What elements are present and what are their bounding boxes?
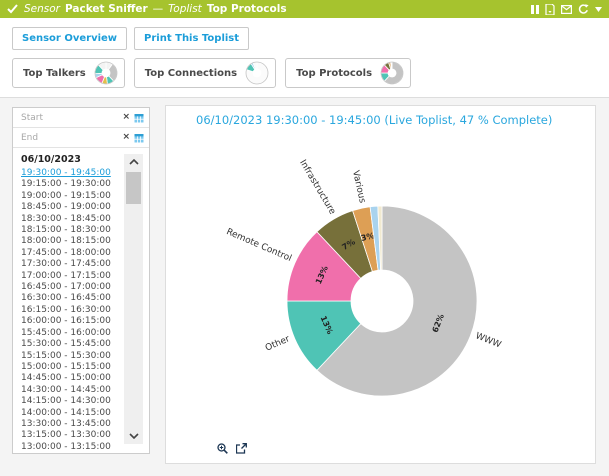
time-range-item[interactable]: 13:15:00 - 13:30:00 [21, 430, 121, 441]
breadcrumb-toplist-name[interactable]: Top Protocols [207, 3, 287, 15]
start-input-row: × [13, 108, 149, 128]
scrollbar[interactable] [124, 154, 143, 444]
time-range-item[interactable]: 19:00:00 - 19:15:00 [21, 191, 121, 202]
time-range-item[interactable]: 14:00:00 - 14:15:00 [21, 408, 121, 419]
header-bar: Sensor Packet Sniffer — Toplist Top Prot… [0, 0, 609, 18]
chart-label: Various [350, 170, 367, 205]
print-toplist-button[interactable]: Print This Toplist [134, 27, 249, 50]
timerange-filter-panel: × × 06/10/2023 19:30:00 - 19:45:0019:15:… [12, 107, 150, 454]
timerange-list: 06/10/2023 19:30:00 - 19:45:0019:15:00 -… [13, 152, 149, 446]
breadcrumb: Sensor Packet Sniffer — Toplist Top Prot… [24, 3, 287, 15]
chart-label: Infrastructure [297, 158, 337, 216]
toplist-tabs: Top Talkers Top Connections Top Protocol… [12, 58, 411, 88]
pie-thumbnail-icon [94, 61, 118, 85]
time-range-item[interactable]: 17:30:00 - 17:45:00 [21, 259, 121, 270]
time-range-item[interactable]: 17:45:00 - 18:00:00 [21, 248, 121, 259]
clear-start-icon[interactable]: × [122, 113, 130, 122]
time-range-item[interactable]: 19:30:00 - 19:45:00 [21, 168, 121, 179]
calendar-icon[interactable] [134, 113, 144, 123]
time-range-item[interactable]: 13:30:00 - 13:45:00 [21, 419, 121, 430]
chevron-up-icon [129, 159, 139, 165]
check-icon [7, 4, 18, 14]
email-icon[interactable] [561, 5, 572, 14]
scrollbar-thumb[interactable] [126, 172, 141, 204]
report-icon[interactable] [545, 4, 555, 15]
time-range-item[interactable]: 13:00:00 - 13:15:00 [21, 442, 121, 453]
time-range-item[interactable]: 15:45:00 - 16:00:00 [21, 328, 121, 339]
sensor-overview-button[interactable]: Sensor Overview [12, 27, 127, 50]
pie-thumbnail-icon [245, 61, 269, 85]
zoom-icon[interactable] [217, 443, 228, 454]
time-range-item[interactable]: 18:45:00 - 19:00:00 [21, 202, 121, 213]
caret-down-icon[interactable] [595, 7, 602, 12]
chart-footer [217, 443, 247, 454]
time-range-item[interactable]: 14:15:00 - 14:30:00 [21, 396, 121, 407]
time-range-item[interactable]: 16:45:00 - 17:00:00 [21, 282, 121, 293]
tab-top-connections[interactable]: Top Connections [134, 58, 276, 88]
time-range-item[interactable]: 18:00:00 - 18:15:00 [21, 236, 121, 247]
time-range-item[interactable]: 15:00:00 - 15:15:00 [21, 362, 121, 373]
clear-end-icon[interactable]: × [122, 133, 130, 142]
chart-label: WWW [474, 331, 503, 350]
time-range-item[interactable]: 16:15:00 - 16:30:00 [21, 305, 121, 316]
time-range-item[interactable]: 17:00:00 - 17:15:00 [21, 271, 121, 282]
pause-icon[interactable] [531, 5, 539, 14]
end-input-row: × [13, 128, 149, 148]
scroll-down-button[interactable] [124, 429, 143, 443]
breadcrumb-sensor-name[interactable]: Packet Sniffer [65, 3, 148, 15]
time-range-item[interactable]: 16:00:00 - 16:15:00 [21, 316, 121, 327]
time-range-item[interactable]: 14:30:00 - 14:45:00 [21, 385, 121, 396]
time-range-item[interactable]: 18:30:00 - 18:45:00 [21, 214, 121, 225]
time-range-item[interactable]: 18:15:00 - 18:30:00 [21, 225, 121, 236]
breadcrumb-sensor-label: Sensor [24, 3, 60, 15]
calendar-icon[interactable] [134, 133, 144, 143]
chart-label: Other [264, 334, 292, 353]
refresh-icon[interactable] [578, 4, 589, 15]
breadcrumb-separator: — [153, 3, 164, 15]
chart-label: Remote Control [225, 227, 293, 264]
time-range-item[interactable]: 14:45:00 - 15:00:00 [21, 373, 121, 384]
open-external-icon[interactable] [236, 443, 247, 454]
timerange-items: 06/10/2023 19:30:00 - 19:45:0019:15:00 -… [21, 152, 121, 453]
end-date-input[interactable] [21, 133, 118, 143]
start-date-input[interactable] [21, 113, 118, 123]
time-range-item[interactable]: 15:15:00 - 15:30:00 [21, 351, 121, 362]
pie-thumbnail-icon [380, 61, 404, 85]
tab-label: Top Protocols [296, 68, 372, 79]
protocols-donut-chart: WWW62%Other13%Remote Control13%Infrastru… [166, 106, 595, 463]
chevron-down-icon [129, 433, 139, 439]
breadcrumb-toplist-label: Toplist [168, 3, 202, 15]
scroll-up-button[interactable] [124, 155, 143, 169]
tab-top-talkers[interactable]: Top Talkers [12, 58, 125, 88]
time-range-item[interactable]: 15:30:00 - 15:45:00 [21, 339, 121, 350]
time-range-item[interactable]: 16:30:00 - 16:45:00 [21, 293, 121, 304]
toolbar: Sensor Overview Print This Toplist [12, 27, 249, 50]
time-range-item[interactable]: 19:15:00 - 19:30:00 [21, 179, 121, 190]
tab-top-protocols[interactable]: Top Protocols [285, 58, 411, 88]
date-header: 06/10/2023 [21, 154, 121, 165]
tab-label: Top Connections [145, 68, 237, 79]
toplist-chart-panel: 06/10/2023 19:30:00 - 19:45:00 (Live Top… [165, 105, 596, 464]
tab-label: Top Talkers [23, 68, 86, 79]
